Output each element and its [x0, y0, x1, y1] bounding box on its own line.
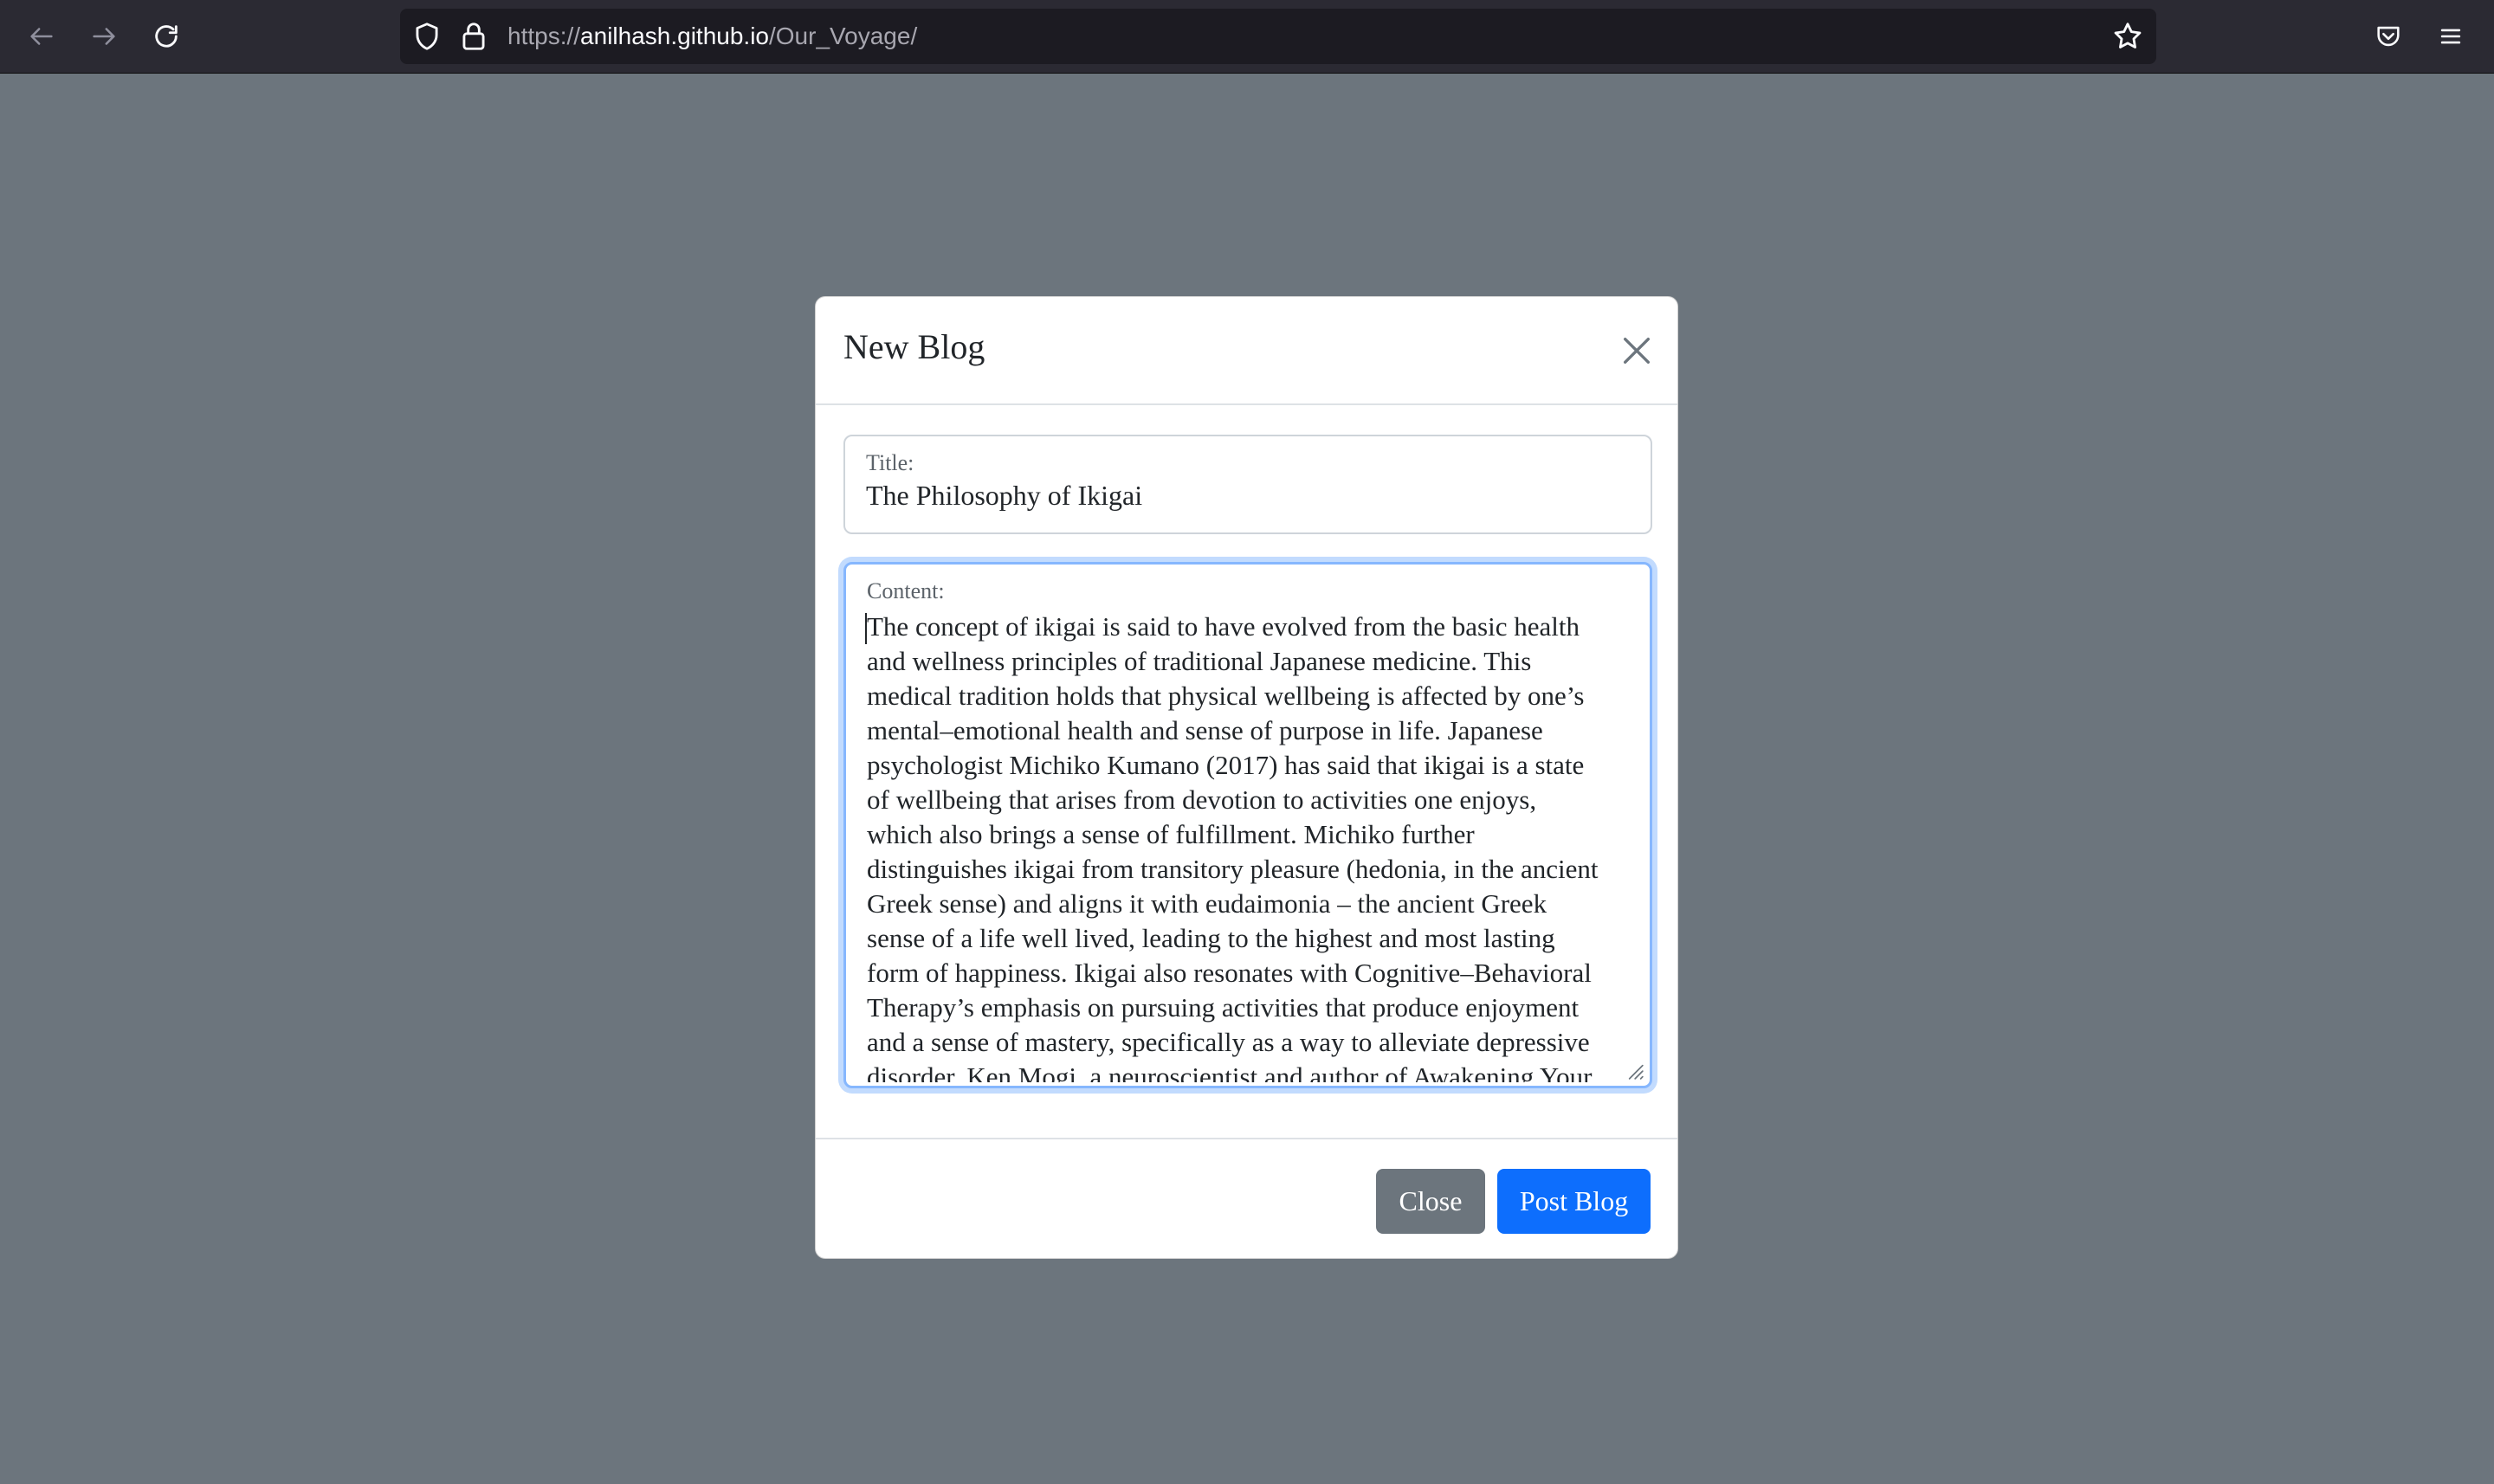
- menu-button[interactable]: [2430, 16, 2471, 57]
- url-text[interactable]: https://anilhash.github.io/Our_Voyage/: [507, 9, 917, 64]
- content-line: and wellness principles of traditional J…: [867, 646, 1532, 676]
- content-line: and a sense of mastery, specifically as …: [867, 1027, 1590, 1057]
- title-label: Title:: [866, 450, 914, 475]
- arrow-left-icon: [30, 28, 53, 45]
- content-line: which also brings a sense of fulfillment…: [867, 819, 1475, 849]
- content-line: of wellbeing that arises from devotion t…: [867, 784, 1537, 815]
- back-button[interactable]: [21, 16, 62, 57]
- browser-toolbar: https://anilhash.github.io/Our_Voyage/: [0, 0, 2494, 74]
- lock-icon[interactable]: [457, 20, 490, 53]
- pocket-icon: [2377, 26, 2400, 47]
- content-line: psychologist Michiko Kumano (2017) has s…: [867, 750, 1585, 780]
- modal-close-button[interactable]: [1614, 328, 1659, 373]
- reload-button[interactable]: [145, 16, 187, 57]
- content-line: mental–emotional health and sense of pur…: [867, 715, 1543, 745]
- hamburger-menu-icon: [2440, 29, 2461, 44]
- new-blog-modal: New Blog Title: The Philosophy of Ikigai…: [815, 296, 1678, 1259]
- post-blog-button[interactable]: Post Blog: [1497, 1169, 1651, 1234]
- content-line: sense of a life well lived, leading to t…: [867, 923, 1555, 953]
- pocket-button[interactable]: [2368, 16, 2409, 57]
- content-line: form of happiness. Ikigai also resonates…: [867, 958, 1592, 988]
- url-bar[interactable]: https://anilhash.github.io/Our_Voyage/: [400, 9, 2156, 64]
- arrow-right-icon: [93, 28, 115, 45]
- content-line: Therapy’s emphasis on pursuing activitie…: [867, 992, 1580, 1023]
- close-button[interactable]: Close: [1376, 1169, 1485, 1234]
- url-path: /Our_Voyage/: [769, 23, 918, 49]
- url-scheme: https://: [507, 23, 581, 49]
- content-line: disorder. Ken Mogi, a neuroscientist and…: [867, 1061, 1593, 1082]
- modal-footer: Close Post Blog: [816, 1138, 1677, 1260]
- content-line: The concept of ikigai is said to have ev…: [867, 611, 1580, 642]
- resize-handle-icon[interactable]: [1622, 1058, 1644, 1081]
- close-icon: [1624, 338, 1650, 364]
- star-icon[interactable]: [2111, 20, 2144, 53]
- reload-icon: [155, 25, 178, 48]
- forward-button[interactable]: [83, 16, 125, 57]
- content-field[interactable]: Content: The concept of ikigai is said t…: [843, 562, 1652, 1088]
- content-line: distinguishes ikigai from transitory ple…: [867, 854, 1599, 884]
- title-value: The Philosophy of Ikigai: [866, 480, 1143, 511]
- shield-icon[interactable]: [410, 20, 443, 53]
- modal-title: New Blog: [843, 327, 985, 366]
- content-label: Content:: [867, 578, 945, 603]
- modal-header: New Blog: [816, 297, 1677, 405]
- content-line: medical tradition holds that physical we…: [867, 681, 1585, 711]
- content-textarea[interactable]: The concept of ikigai is said to have ev…: [867, 610, 1629, 1082]
- url-host: anilhash.github.io: [580, 23, 769, 49]
- title-field[interactable]: Title: The Philosophy of Ikigai: [843, 435, 1652, 534]
- content-line: Greek sense) and aligns it with eudaimon…: [867, 888, 1547, 919]
